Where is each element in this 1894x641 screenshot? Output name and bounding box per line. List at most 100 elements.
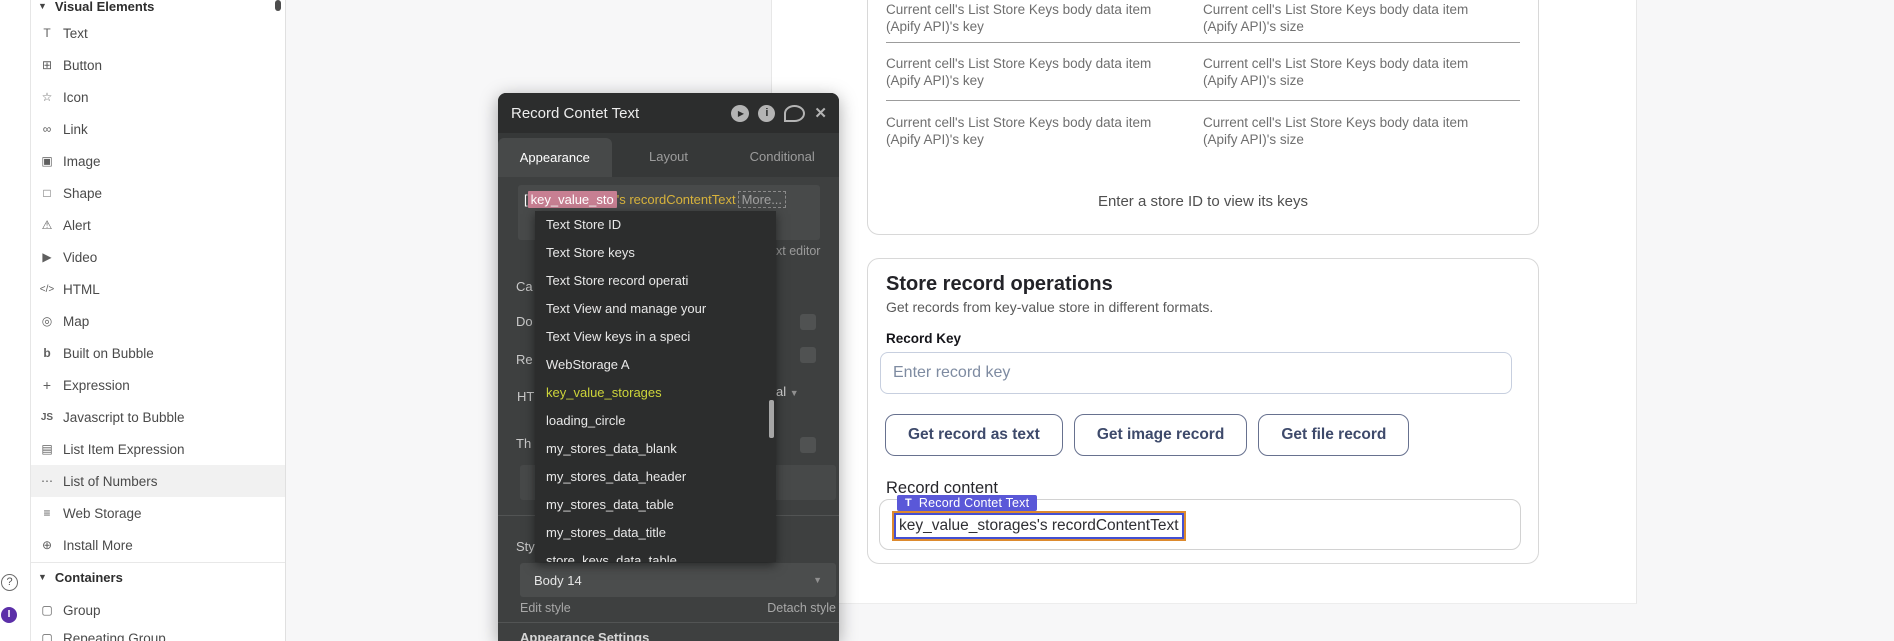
- table-row[interactable]: Current cell's List Store Keys body data…: [886, 114, 1520, 148]
- key-cell: Current cell's List Store Keys body data…: [886, 114, 1203, 148]
- get-image-record-button[interactable]: Get image record: [1074, 414, 1248, 456]
- sidebar-item-link[interactable]: ∞Link: [30, 113, 285, 145]
- item-label: Video: [63, 250, 97, 265]
- sidebar-item-image[interactable]: ▣Image: [30, 145, 285, 177]
- table-row[interactable]: Current cell's List Store Keys body data…: [886, 1, 1520, 35]
- tab-appearance[interactable]: Appearance: [498, 138, 612, 177]
- expression-autocomplete-dropdown: Text Store ID Text Store keys Text Store…: [535, 211, 776, 562]
- chevron-down-icon: ▼: [813, 575, 822, 585]
- checkbox[interactable]: [800, 347, 816, 363]
- sidebar-item-expression[interactable]: +Expression: [30, 369, 285, 401]
- collapse-triangle-icon: ▼: [38, 572, 47, 582]
- shape-icon: □: [38, 186, 56, 200]
- size-cell-line2: (Apify API)'s size: [1203, 131, 1520, 148]
- style-links-row: Edit style Detach style: [520, 601, 836, 615]
- avatar[interactable]: I: [1, 607, 17, 623]
- expression-more-chip[interactable]: More...: [738, 191, 786, 208]
- sidebar-item-map[interactable]: ◎Map: [30, 305, 285, 337]
- item-label: Repeating Group: [63, 631, 166, 641]
- style-select[interactable]: Body 14 ▼: [520, 563, 836, 597]
- close-icon[interactable]: ✕: [814, 105, 827, 122]
- checkbox[interactable]: [800, 437, 816, 453]
- dropdown-option[interactable]: store_keys_data_table: [535, 547, 776, 562]
- selected-element-badge-label: Record Contet Text: [919, 496, 1029, 510]
- js-icon: JS: [38, 412, 56, 423]
- sidebar-item-install-more[interactable]: ⊕Install More: [30, 529, 285, 561]
- dropdown-option[interactable]: my_stores_data_header: [535, 463, 776, 491]
- sidebar-item-web-storage[interactable]: ≡Web Storage: [30, 497, 285, 529]
- item-label: Image: [63, 154, 101, 169]
- dropdown-scrollbar[interactable]: [769, 400, 774, 438]
- checkbox[interactable]: [800, 314, 816, 330]
- item-label: Web Storage: [63, 506, 142, 521]
- property-editor-titlebar[interactable]: Record Contet Text ▶ i ✕: [498, 93, 839, 133]
- dropdown-option[interactable]: my_stores_data_table: [535, 491, 776, 519]
- size-cell: Current cell's List Store Keys body data…: [1203, 114, 1520, 148]
- edit-style-link[interactable]: Edit style: [520, 601, 571, 615]
- visual-elements-header[interactable]: ▼ Visual Elements: [38, 0, 154, 14]
- tab-layout[interactable]: Layout: [612, 133, 726, 177]
- record-buttons-row: Get record as text Get image record Get …: [885, 414, 1409, 456]
- sidebar-item-built-on-bubble[interactable]: bBuilt on Bubble: [30, 337, 285, 369]
- dropdown-option-highlighted[interactable]: key_value_storages: [535, 379, 776, 407]
- palette-scrollbar[interactable]: [275, 0, 281, 11]
- dropdown-option[interactable]: my_stores_data_title: [535, 519, 776, 547]
- section-label: Visual Elements: [55, 0, 154, 14]
- sidebar-item-button[interactable]: ⊞Button: [30, 49, 285, 81]
- clipboard-icon: ▤: [38, 442, 56, 456]
- table-row[interactable]: Current cell's List Store Keys body data…: [886, 55, 1520, 89]
- chevron-down-icon: ▼: [790, 388, 799, 398]
- selected-text-element[interactable]: key_value_storages's recordContentText: [894, 513, 1184, 539]
- item-label: HTML: [63, 282, 100, 297]
- elements-palette: ▼ Visual Elements TText ⊞Button ☆Icon ∞L…: [30, 0, 286, 641]
- size-cell-line2: (Apify API)'s size: [1203, 18, 1520, 35]
- dropdown-option[interactable]: loading_circle: [535, 407, 776, 435]
- dropdown-option[interactable]: Text View keys in a speci: [535, 323, 776, 351]
- install-plus-icon: ⊕: [38, 538, 56, 552]
- left-rail: [0, 0, 31, 641]
- video-icon: ▶: [38, 250, 56, 264]
- sidebar-item-alert[interactable]: ⚠Alert: [30, 209, 285, 241]
- tab-conditional[interactable]: Conditional: [725, 133, 839, 177]
- detach-style-link[interactable]: Detach style: [767, 601, 836, 615]
- button-icon: ⊞: [38, 58, 56, 72]
- help-icon[interactable]: ?: [1, 574, 18, 591]
- section-divider: [30, 562, 285, 563]
- select-value-partial[interactable]: al ▼: [776, 384, 799, 399]
- dropdown-option[interactable]: Text Store ID: [535, 211, 776, 239]
- key-cell-line1: Current cell's List Store Keys body data…: [886, 55, 1203, 72]
- sidebar-item-video[interactable]: ▶ Video: [30, 241, 285, 273]
- sidebar-item-javascript-to-bubble[interactable]: JSJavascript to Bubble: [30, 401, 285, 433]
- record-key-input[interactable]: [880, 352, 1512, 394]
- item-label: List of Numbers: [63, 474, 158, 489]
- sidebar-item-text[interactable]: TText: [30, 17, 285, 49]
- dropdown-option[interactable]: my_stores_data_blank: [535, 435, 776, 463]
- option-label-partial: Re: [516, 352, 533, 367]
- dropdown-option[interactable]: WebStorage A: [535, 351, 776, 379]
- empty-state-message: Enter a store ID to view its keys: [868, 193, 1538, 210]
- sidebar-item-shape[interactable]: □Shape: [30, 177, 285, 209]
- option-label-partial: Do: [516, 314, 533, 329]
- get-record-as-text-button[interactable]: Get record as text: [885, 414, 1063, 456]
- style-select-value: Body 14: [534, 573, 582, 588]
- sidebar-item-html[interactable]: </>HTML: [30, 273, 285, 305]
- sidebar-item-icon[interactable]: ☆Icon: [30, 81, 285, 113]
- sidebar-item-list-item-expression[interactable]: ▤List Item Expression: [30, 433, 285, 465]
- info-icon[interactable]: i: [758, 105, 775, 122]
- selected-expression-token[interactable]: key_value_sto: [528, 191, 617, 208]
- rich-text-editor-link-partial[interactable]: xt editor: [776, 244, 820, 258]
- preview-play-icon[interactable]: ▶: [731, 105, 749, 122]
- dynamic-expression-text[interactable]: 's recordContentText: [617, 192, 736, 207]
- comment-icon[interactable]: [784, 105, 805, 122]
- sidebar-item-list-of-numbers[interactable]: ⋯List of Numbers: [30, 465, 285, 497]
- dropdown-option[interactable]: Text Store keys: [535, 239, 776, 267]
- key-cell-line2: (Apify API)'s key: [886, 18, 1203, 35]
- containers-header[interactable]: ▼ Containers: [38, 569, 123, 585]
- item-label: Expression: [63, 378, 130, 393]
- sidebar-item-repeating-group[interactable]: ▢Repeating Group: [30, 622, 285, 641]
- panel-divider: [498, 622, 839, 623]
- dropdown-option[interactable]: Text Store record operati: [535, 267, 776, 295]
- bubble-editor: Current cell's List Store Keys body data…: [0, 0, 1894, 641]
- get-file-record-button[interactable]: Get file record: [1258, 414, 1409, 456]
- dropdown-option[interactable]: Text View and manage your: [535, 295, 776, 323]
